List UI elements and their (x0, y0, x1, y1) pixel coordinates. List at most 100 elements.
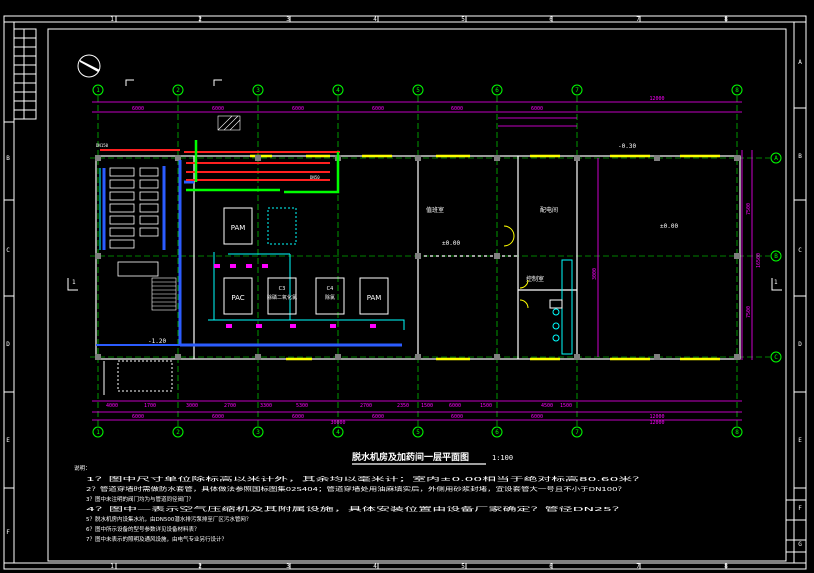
tank-label-pam2: PAM (367, 294, 382, 302)
green-pipelines (186, 140, 340, 194)
frame-col-8: 8 (724, 16, 728, 23)
dim-top-1: 6000 (132, 106, 144, 112)
dim-bottom-total: 30000 (330, 420, 345, 426)
drawing-title: 脱水机房及加药间一层平面图 1:100 (352, 451, 513, 465)
control-room-boxes (549, 299, 563, 309)
axis-bubbles (92, 84, 782, 438)
dim-detail-8: 2350 (397, 403, 409, 409)
dim-right-3: 7500 (746, 306, 752, 318)
dim-detail-2: 1700 (144, 403, 156, 409)
dim-detail-6: 5300 (296, 403, 308, 409)
tank-label-c3-sub: 除磷二氧化氯 (267, 294, 297, 301)
axis-label-b6: 6 (495, 429, 499, 436)
window-openings (250, 154, 720, 361)
section-cut-marks-top (125, 79, 222, 86)
frame-col-4: 4 (373, 16, 377, 23)
dim-bot-1: 6000 (132, 414, 144, 420)
tank-label-pam1: PAM (231, 224, 246, 232)
frame-col-2: 2 (198, 16, 202, 23)
notes-heading: 说明： (74, 464, 91, 472)
axis-label-1: 1 (96, 87, 100, 94)
axis-grid-lines (90, 96, 770, 426)
dim-detail-13: 1500 (560, 403, 572, 409)
note-1: 1？图中尺寸单位除标高以米计外，其余均以毫米计；室内±0.00相当于绝对标高80… (86, 475, 646, 483)
dim-top-2: 6000 (212, 106, 224, 112)
frame-col-5: 5 (461, 16, 465, 23)
axis-label-4: 4 (336, 87, 340, 94)
room-label-duty: 值班室 (426, 206, 444, 214)
dim-detail-11: 1500 (480, 403, 492, 409)
red-pipelines (100, 149, 340, 181)
dim-right-2: 3000 (592, 268, 598, 280)
axis-label-8: 8 (735, 87, 739, 94)
level-mid-2: ±0.00 (660, 223, 678, 230)
frame-col-b8: 8 (724, 563, 728, 570)
dim-top-3: 6000 (292, 106, 304, 112)
frame-col-b3: 3 (286, 563, 290, 570)
section-mark-lines (67, 278, 782, 291)
tank-label-c4: C4 (327, 286, 334, 292)
note-2: 2？管道穿墙时需做防水套管，具体做法参照国标图集02S404；管道穿墙处用油麻填… (86, 485, 626, 493)
frame-row-right-b: B (798, 153, 802, 160)
axis-label-b7: 7 (575, 429, 579, 436)
bottom-exterior-features (103, 360, 173, 395)
dim-detail-10: 6000 (449, 403, 461, 409)
dim-top-4: 6000 (372, 106, 384, 112)
frame-col-b7: 7 (636, 563, 640, 570)
axis-label-6: 6 (495, 87, 499, 94)
stairs (151, 277, 177, 311)
frame-col-b2: 2 (198, 563, 202, 570)
frame-row-left-c: C (6, 247, 10, 254)
axis-label-3: 3 (256, 87, 260, 94)
dim-bottom-right: 12000 (649, 420, 664, 426)
dim-detail-7: 2700 (360, 403, 372, 409)
axis-label-b4: 4 (336, 429, 340, 436)
frame-row-right-c: C (798, 247, 802, 254)
level-bottom: -1.20 (148, 338, 166, 345)
dim-bot-3: 6000 (292, 414, 304, 420)
dewatering-units (109, 167, 159, 277)
frame-col-1: 1 (110, 16, 114, 23)
dim-detail-5: 3300 (260, 403, 272, 409)
dim-detail-12: 4500 (541, 403, 553, 409)
axis-label-a: A (774, 155, 778, 162)
axis-label-7: 7 (575, 87, 579, 94)
frame-row-right-a: A (798, 59, 802, 66)
dim-top-6: 6000 (531, 106, 543, 112)
frame-row-right-g: G (798, 541, 802, 548)
frame-row-right-e: E (798, 437, 802, 444)
frame-col-3: 3 (286, 16, 290, 23)
axis-label-2: 2 (176, 87, 180, 94)
note-7: 7？图中未表示的照明及通风设施，由电气专业另行设计？ (86, 535, 227, 543)
door-swings (503, 225, 529, 309)
dim-right-4: 16500 (756, 253, 762, 268)
frame-row-left-d: D (6, 341, 10, 348)
pipe-label-dn2: DN50 (310, 175, 320, 180)
chemical-tank-hatched (217, 115, 241, 131)
north-arrow-icon (77, 54, 101, 78)
dim-right-1: 7500 (746, 203, 752, 215)
frame-col-7: 7 (636, 16, 640, 23)
axis-label-c: C (774, 354, 778, 361)
tank-label-c4-sub: 除氯 (325, 294, 335, 301)
note-3: 3？图中未注明的阀门均为与管道同径阀门？ (86, 495, 194, 503)
frame-row-left-b: B (6, 155, 10, 162)
frame-row-left-e: E (6, 437, 10, 444)
axis-label-bb: B (774, 253, 778, 260)
title-main: 脱水机房及加药间一层平面图 (352, 451, 469, 463)
tank-label-c3: C3 (279, 286, 286, 292)
frame-col-b1: 1 (110, 563, 114, 570)
floor-plan-drawing: 1 2 3 4 5 6 7 8 1 2 3 4 5 6 7 8 B C D E … (3, 15, 807, 570)
axis-label-b3: 3 (256, 429, 260, 436)
frame-col-6: 6 (549, 16, 553, 23)
dim-detail-1: 4000 (106, 403, 118, 409)
room-label-power: 配电间 (540, 206, 558, 214)
right-title-block (786, 499, 806, 553)
note-4: 4？图中—表示空气压缩机及其附属设施，具体安装位置由设备厂家确定？管径DN25？ (86, 505, 626, 513)
dim-top-5: 6000 (451, 106, 463, 112)
dim-detail-4: 2700 (224, 403, 236, 409)
dosing-tanks (223, 207, 389, 315)
left-title-strip (13, 28, 37, 120)
frame-col-b5: 5 (461, 563, 465, 570)
section-mark-right: 1 (774, 279, 778, 286)
